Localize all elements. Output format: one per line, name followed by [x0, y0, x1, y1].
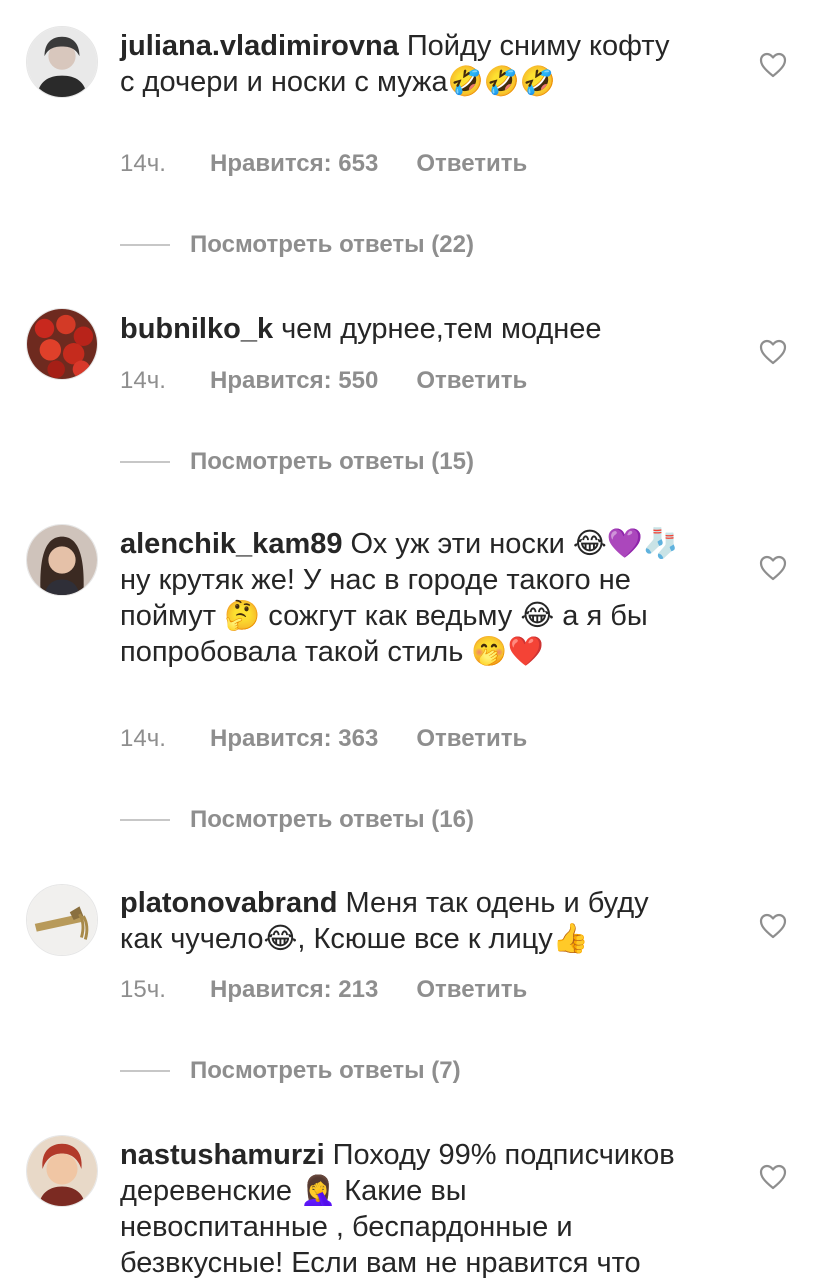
- avatar[interactable]: [26, 26, 98, 98]
- comment-time: 14ч.: [120, 725, 166, 752]
- comment-time: 14ч.: [120, 150, 166, 177]
- view-replies-button[interactable]: Посмотреть ответы (15): [120, 447, 474, 477]
- comment-likes[interactable]: Нравится: 653: [210, 150, 378, 178]
- comment-text: nastushamurzi Походу 99% подписчиков дере…: [120, 1137, 680, 1281]
- avatar[interactable]: [26, 308, 98, 380]
- replies-divider: [120, 244, 170, 246]
- avatar[interactable]: [26, 524, 98, 596]
- heart-icon[interactable]: [759, 913, 787, 939]
- view-replies-button[interactable]: Посмотреть ответы (7): [120, 1056, 461, 1086]
- view-replies-label: Посмотреть ответы (22): [190, 231, 474, 258]
- comment-text: juliana.vladimirovna Пойду сниму кофту с …: [120, 28, 680, 100]
- comment-username[interactable]: bubnilko_k: [120, 313, 273, 345]
- comment-text: alenchik_kam89 Ох уж эти носки 😂💜🧦 ну кру…: [120, 526, 680, 670]
- reply-button[interactable]: Ответить: [416, 367, 527, 395]
- comment-username[interactable]: juliana.vladimirovna: [120, 30, 399, 62]
- comment-meta: 14ч. Нравится: 363 Ответить: [120, 725, 527, 753]
- heart-icon[interactable]: [759, 52, 787, 78]
- reply-button[interactable]: Ответить: [416, 725, 527, 753]
- heart-icon[interactable]: [759, 555, 787, 581]
- avatar[interactable]: [26, 1135, 98, 1207]
- heart-icon[interactable]: [759, 1164, 787, 1190]
- view-replies-button[interactable]: Посмотреть ответы (16): [120, 805, 474, 835]
- comment-username[interactable]: platonovabrand: [120, 887, 338, 919]
- view-replies-button[interactable]: Посмотреть ответы (22): [120, 230, 474, 260]
- reply-button[interactable]: Ответить: [416, 150, 527, 178]
- comment-likes[interactable]: Нравится: 363: [210, 725, 378, 753]
- reply-button[interactable]: Ответить: [416, 976, 527, 1004]
- comment-meta: 14ч. Нравится: 653 Ответить: [120, 150, 527, 178]
- comment-likes[interactable]: Нравится: 213: [210, 976, 378, 1004]
- comment-time: 14ч.: [120, 367, 166, 394]
- comment-username[interactable]: nastushamurzi: [120, 1139, 325, 1171]
- view-replies-label: Посмотреть ответы (7): [190, 1057, 461, 1084]
- replies-divider: [120, 461, 170, 463]
- view-replies-label: Посмотреть ответы (15): [190, 448, 474, 475]
- view-replies-label: Посмотреть ответы (16): [190, 806, 474, 833]
- comment-likes[interactable]: Нравится: 550: [210, 367, 378, 395]
- comment-text: platonovabrand Меня так одень и буду как …: [120, 885, 680, 957]
- comment-meta: 15ч. Нравится: 213 Ответить: [120, 976, 527, 1004]
- comment-text: bubnilko_k чем дурнее,тем моднее: [120, 311, 680, 347]
- replies-divider: [120, 819, 170, 821]
- heart-icon[interactable]: [759, 339, 787, 365]
- comment-body: чем дурнее,тем моднее: [281, 313, 602, 345]
- replies-divider: [120, 1070, 170, 1072]
- comment-username[interactable]: alenchik_kam89: [120, 528, 342, 560]
- comment-time: 15ч.: [120, 976, 166, 1003]
- comment-meta: 14ч. Нравится: 550 Ответить: [120, 367, 527, 395]
- avatar[interactable]: [26, 884, 98, 956]
